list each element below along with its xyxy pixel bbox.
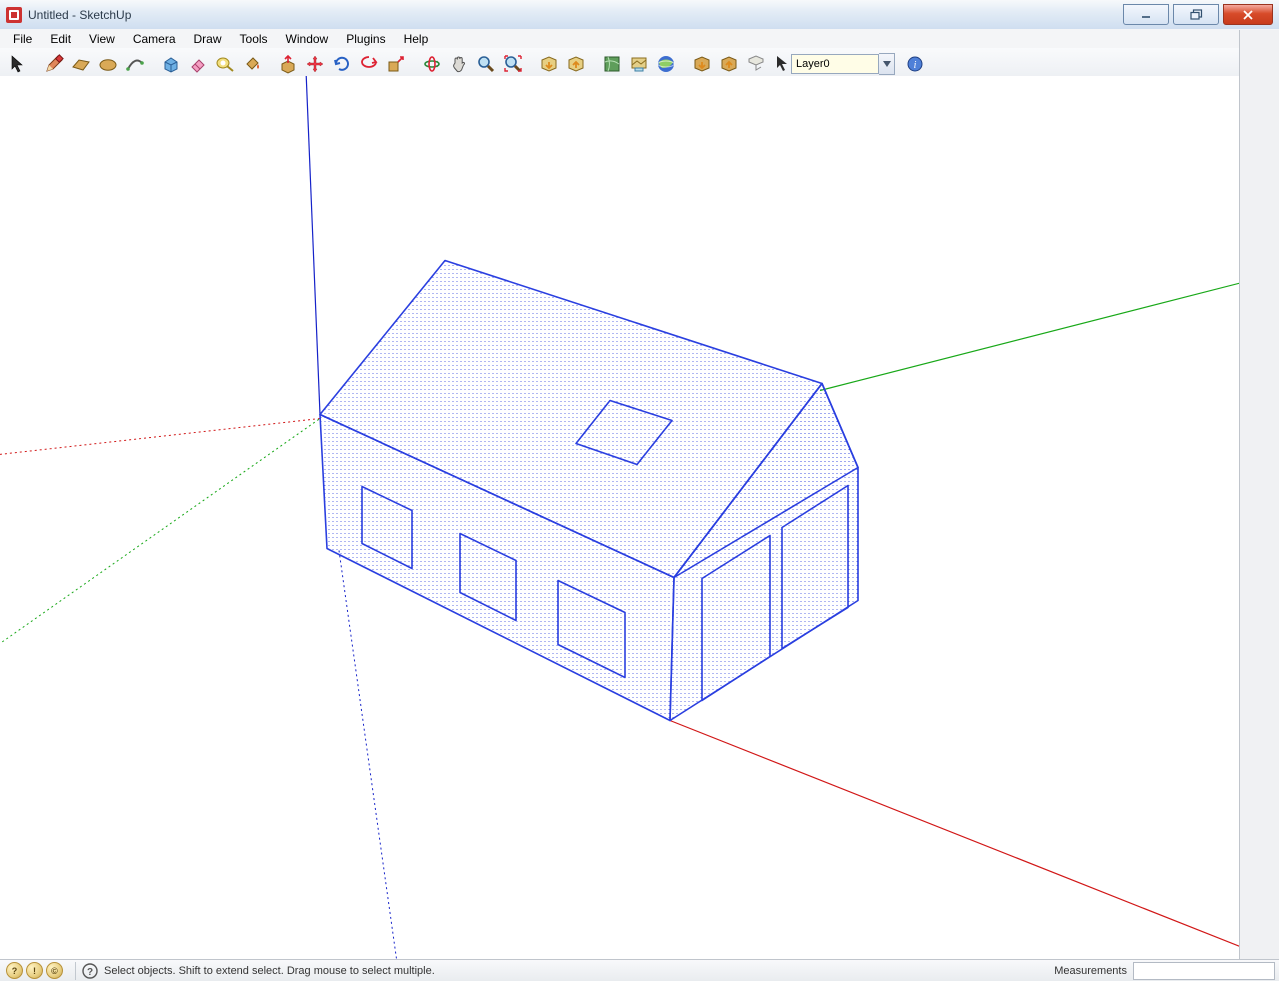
maximize-button[interactable] (1173, 4, 1219, 25)
rotate-tool[interactable] (328, 51, 355, 77)
help-icon[interactable]: ? (82, 963, 98, 979)
menu-tools[interactable]: Tools (231, 30, 277, 48)
model-viewport[interactable] (0, 76, 1240, 960)
offset-tool[interactable] (355, 51, 382, 77)
push-pull-tool[interactable] (274, 51, 301, 77)
circle-tool[interactable] (94, 51, 121, 77)
layer-picker[interactable]: Layer0 (775, 54, 895, 74)
toggle-terrain-tool[interactable] (625, 51, 652, 77)
status-hint: Select objects. Shift to extend select. … (104, 965, 1048, 977)
right-tray (1239, 30, 1279, 960)
menu-view[interactable]: View (80, 30, 124, 48)
hint-geo-icon[interactable]: ? (6, 962, 23, 979)
axis-red (670, 721, 1240, 951)
scale-tool[interactable] (382, 51, 409, 77)
menu-file[interactable]: File (4, 30, 41, 48)
tape-measure-tool[interactable] (211, 51, 238, 77)
get-models-tool[interactable] (535, 51, 562, 77)
layer-dropdown-button[interactable] (879, 53, 895, 75)
hint-claim-icon[interactable]: © (46, 962, 63, 979)
get-photo-texture-tool[interactable] (688, 51, 715, 77)
menu-window[interactable]: Window (277, 30, 338, 48)
menu-plugins[interactable]: Plugins (337, 30, 394, 48)
viewport-canvas[interactable] (0, 76, 1240, 960)
menu-help[interactable]: Help (395, 30, 438, 48)
hint-credits-icon[interactable]: ! (26, 962, 43, 979)
zoom-extents-tool[interactable] (499, 51, 526, 77)
arc-tool[interactable] (121, 51, 148, 77)
make-component-tool[interactable] (157, 51, 184, 77)
layer-name: Layer0 (796, 58, 830, 70)
add-location-tool[interactable] (598, 51, 625, 77)
measurements-label: Measurements (1048, 965, 1133, 977)
preview-in-earth-tool[interactable] (652, 51, 679, 77)
separator-icon (75, 962, 76, 980)
close-button[interactable] (1223, 4, 1273, 25)
svg-text:?: ? (87, 967, 93, 978)
pencil-tool[interactable] (40, 51, 67, 77)
menu-camera[interactable]: Camera (124, 30, 185, 48)
minimize-button[interactable] (1123, 4, 1169, 25)
separator-icon (150, 52, 155, 76)
axis-blue-neg (339, 551, 408, 961)
move-tool[interactable] (301, 51, 328, 77)
axis-blue (306, 76, 320, 415)
separator-icon (528, 52, 533, 76)
layer-field[interactable]: Layer0 (791, 54, 879, 74)
separator-icon (267, 52, 272, 76)
menu-edit[interactable]: Edit (41, 30, 80, 48)
separator-icon (411, 52, 416, 76)
eraser-tool[interactable] (184, 51, 211, 77)
measurements-input[interactable] (1133, 962, 1275, 980)
pan-tool[interactable] (445, 51, 472, 77)
paint-bucket-tool[interactable] (238, 51, 265, 77)
export-tool[interactable] (715, 51, 742, 77)
zoom-tool[interactable] (472, 51, 499, 77)
window-title: Untitled - SketchUp (28, 8, 1123, 22)
window-titlebar: Untitled - SketchUp (0, 0, 1279, 30)
menu-bar: File Edit View Camera Draw Tools Window … (0, 29, 1279, 49)
axis-green (820, 281, 1240, 391)
rectangle-tool[interactable] (67, 51, 94, 77)
select-tool[interactable] (4, 51, 31, 77)
separator-icon (33, 52, 38, 76)
review-tool[interactable] (742, 51, 769, 77)
share-model-tool[interactable] (562, 51, 589, 77)
layer-manager-tool[interactable]: i (901, 51, 928, 77)
menu-draw[interactable]: Draw (185, 30, 231, 48)
orbit-tool[interactable] (418, 51, 445, 77)
axis-green-neg (0, 419, 320, 651)
separator-icon (681, 52, 686, 76)
svg-text:i: i (913, 60, 916, 71)
status-bar: ? ! © ? Select objects. Shift to extend … (0, 959, 1279, 981)
axis-red-neg (0, 419, 320, 456)
separator-icon (591, 52, 596, 76)
house-model[interactable] (320, 261, 858, 721)
app-icon (6, 7, 22, 23)
